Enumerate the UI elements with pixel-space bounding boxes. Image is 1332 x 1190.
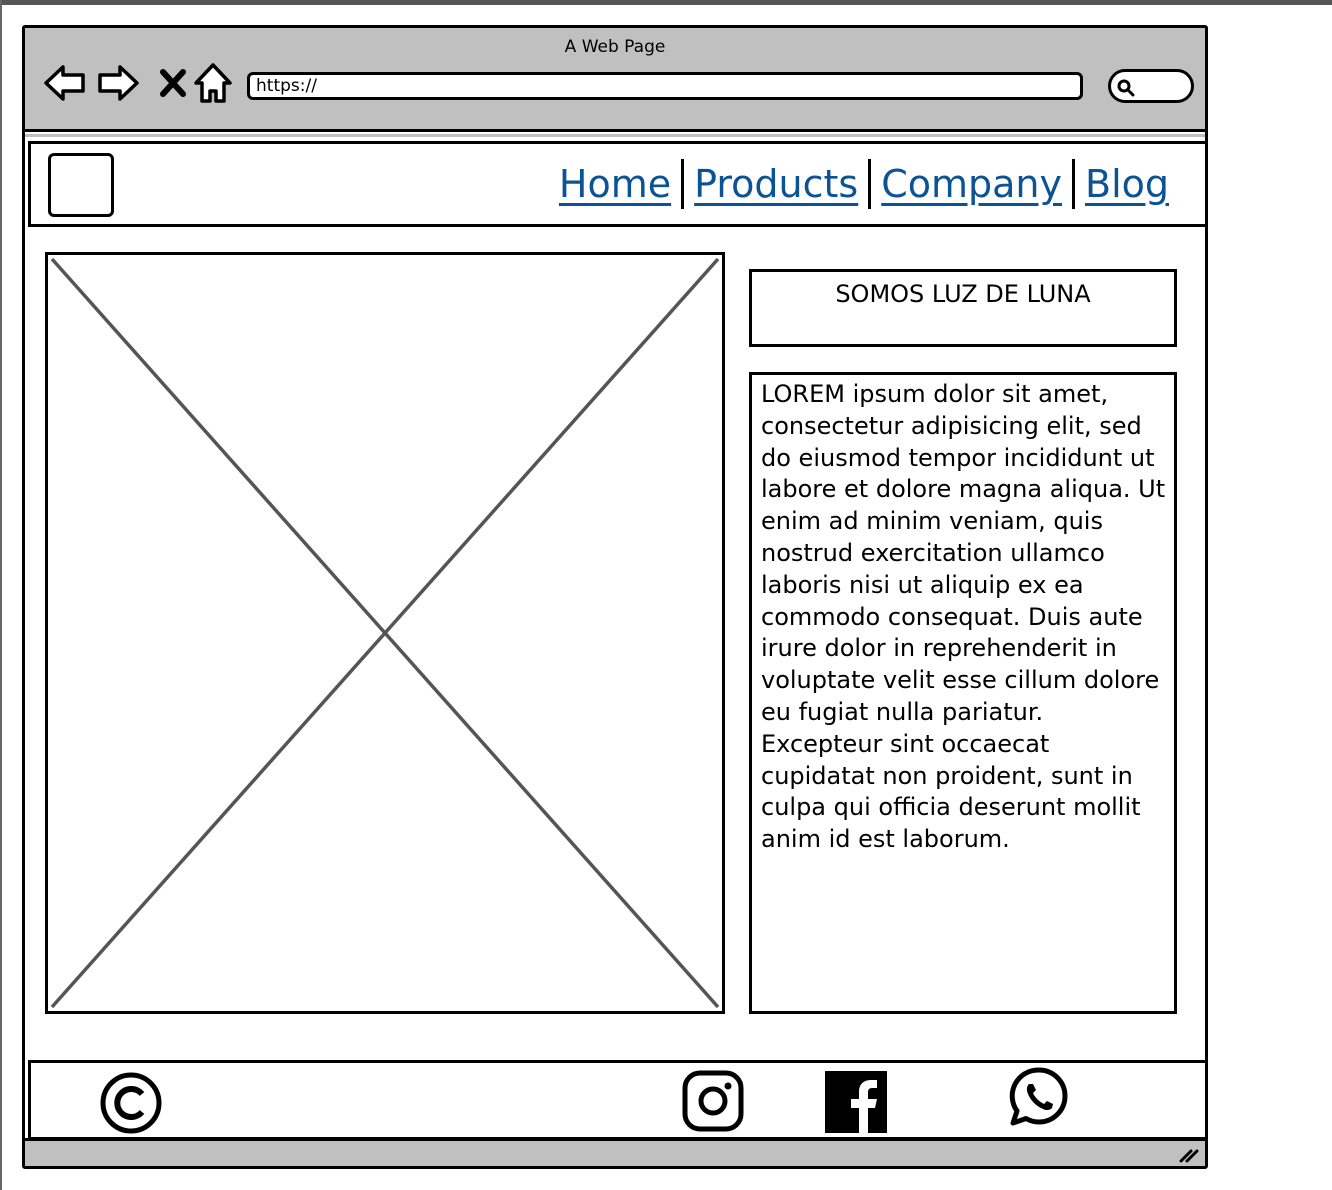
close-icon[interactable]: [151, 61, 195, 105]
browser-titlebar: A Web Page https://: [25, 28, 1205, 132]
menu-blog[interactable]: Blog: [1077, 158, 1177, 210]
menu-products[interactable]: Products: [686, 158, 866, 210]
site-header: Home Products Company Blog: [28, 141, 1208, 227]
back-arrow-icon[interactable]: [43, 61, 87, 105]
instagram-icon[interactable]: [681, 1069, 745, 1137]
forward-arrow-icon[interactable]: [96, 61, 140, 105]
search-icon: [1117, 79, 1135, 97]
home-icon[interactable]: [191, 61, 235, 105]
section-heading: SOMOS LUZ DE LUNA: [749, 269, 1177, 347]
url-input[interactable]: https://: [247, 72, 1083, 100]
whatsapp-icon[interactable]: [1007, 1065, 1071, 1133]
resize-handle-icon[interactable]: [1177, 1145, 1199, 1167]
menu-divider: [681, 159, 685, 209]
menu-divider: [868, 159, 872, 209]
titlebar-divider: [25, 134, 1205, 137]
facebook-icon[interactable]: [825, 1071, 887, 1137]
search-button[interactable]: [1108, 69, 1194, 103]
copyright-icon: [99, 1071, 163, 1139]
main-menu: Home Products Company Blog: [551, 158, 1177, 210]
browser-window: A Web Page https:// Home Products Compan…: [22, 25, 1208, 1169]
menu-company[interactable]: Company: [873, 158, 1070, 210]
browser-statusbar: [25, 1138, 1205, 1166]
image-placeholder: [45, 252, 725, 1014]
top-edge: [0, 0, 1332, 5]
body-text: LOREM ipsum dolor sit amet, consectetur …: [749, 372, 1177, 1014]
window-title: A Web Page: [564, 37, 666, 57]
site-footer: [28, 1060, 1208, 1140]
menu-divider: [1072, 159, 1075, 209]
menu-home[interactable]: Home: [551, 158, 679, 210]
left-edge: [0, 0, 2, 1190]
logo-placeholder[interactable]: [48, 153, 114, 217]
